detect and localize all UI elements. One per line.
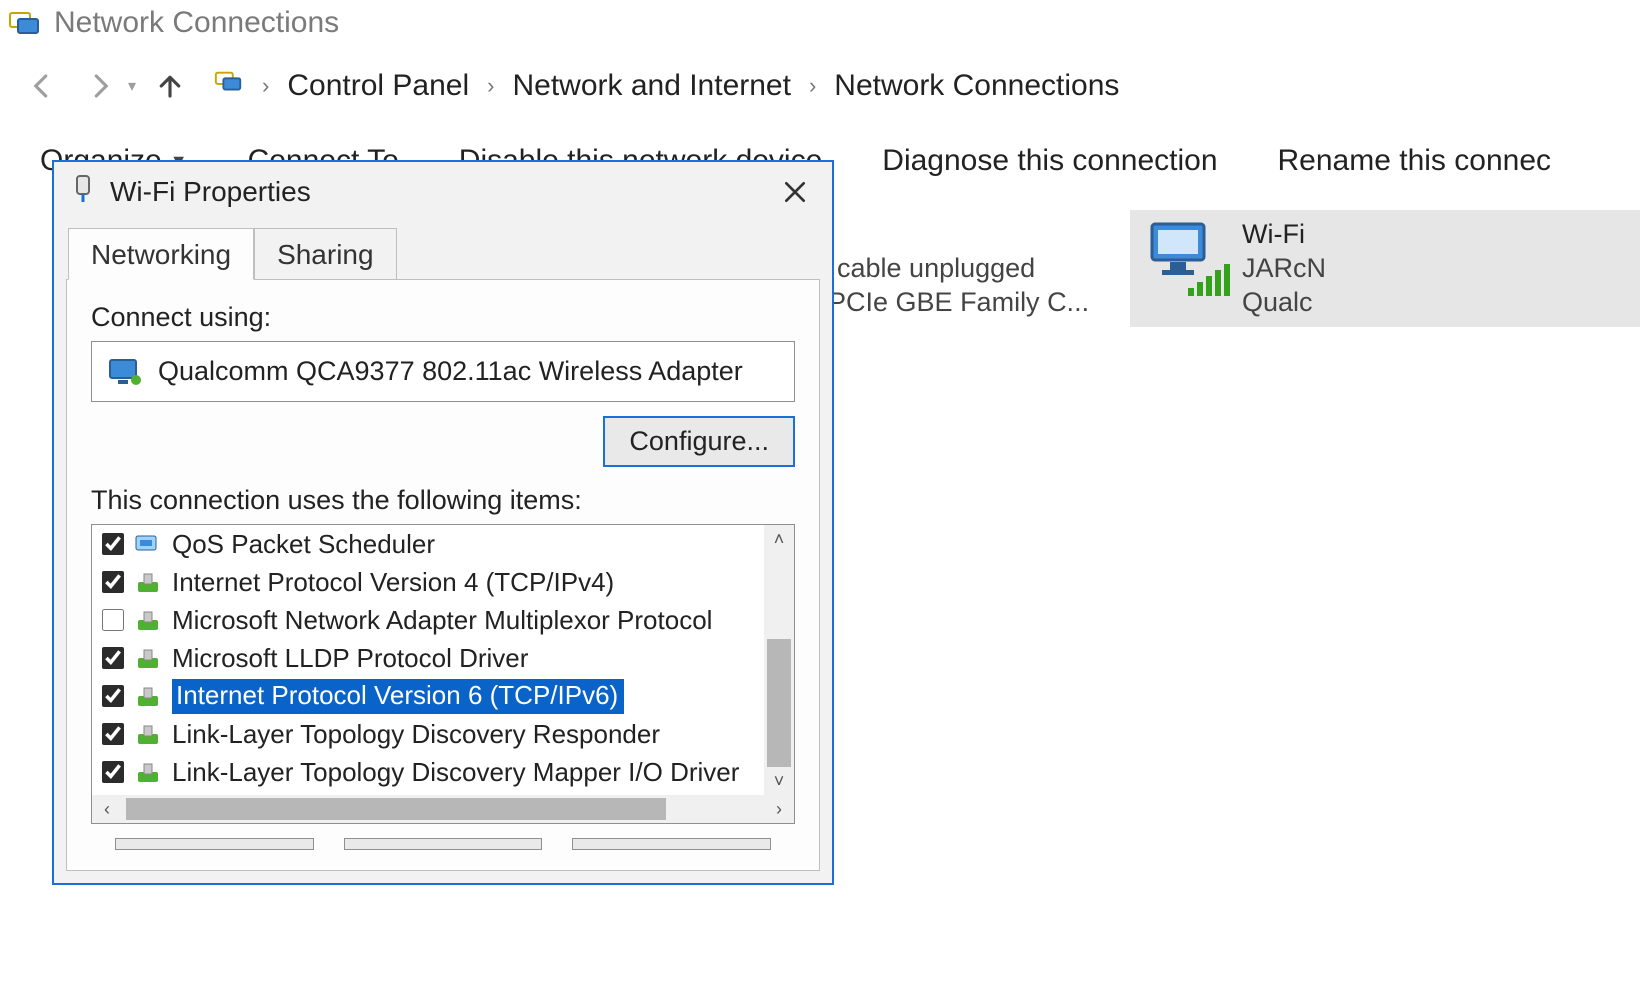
protocol-icon <box>134 722 162 746</box>
scroll-down-icon[interactable]: ˅ <box>764 767 794 795</box>
uninstall-button[interactable] <box>344 838 543 850</box>
protocol-icon <box>134 646 162 670</box>
item-label: Internet Protocol Version 6 (TCP/IPv6) <box>172 679 624 714</box>
tabstrip: Networking Sharing <box>54 228 832 280</box>
adapter-name: Wi-Fi <box>1242 218 1326 252</box>
connection-items-listbox: QoS Packet Scheduler Internet Protocol Ve… <box>91 524 795 824</box>
dialog-action-buttons <box>91 824 795 850</box>
item-checkbox[interactable] <box>102 609 124 631</box>
configure-button[interactable]: Configure... <box>603 416 795 467</box>
adapter-device: Qualc <box>1242 286 1326 320</box>
monitor-icon <box>108 358 142 386</box>
adapter-name: net <box>792 218 1089 252</box>
address-bar[interactable]: › Control Panel › Network and Internet ›… <box>204 58 1650 114</box>
connection-item-row[interactable]: Link-Layer Topology Discovery Responder <box>92 715 794 753</box>
signal-bars-icon <box>1188 264 1230 296</box>
item-checkbox[interactable] <box>102 723 124 745</box>
protocol-icon <box>134 608 162 632</box>
adapter-status: JARcN <box>1242 252 1326 286</box>
protocol-icon <box>134 684 162 708</box>
adapter-device: ek PCIe GBE Family C... <box>792 286 1089 320</box>
adapter-status: ork cable unplugged <box>792 252 1089 286</box>
protocol-icon <box>134 760 162 784</box>
dialog-titlebar[interactable]: Wi-Fi Properties <box>54 162 832 222</box>
tab-sharing[interactable]: Sharing <box>254 228 397 280</box>
window-titlebar: Network Connections <box>0 0 1650 50</box>
item-checkbox[interactable] <box>102 571 124 593</box>
tab-networking[interactable]: Networking <box>68 228 254 280</box>
connection-item-row[interactable]: Microsoft LLDP Protocol Driver <box>92 639 794 677</box>
scroll-thumb[interactable] <box>126 798 666 820</box>
qos-icon <box>134 532 162 556</box>
dialog-title: Wi-Fi Properties <box>110 176 311 208</box>
item-label: Microsoft Network Adapter Multiplexor Pr… <box>172 605 712 636</box>
connection-item-row[interactable]: Link-Layer Topology Discovery Mapper I/O… <box>92 753 794 791</box>
vertical-scrollbar[interactable]: ˄ ˅ <box>764 525 794 795</box>
adapter-selector[interactable]: Qualcomm QCA9377 802.11ac Wireless Adapt… <box>91 341 795 402</box>
scroll-left-icon[interactable]: ‹ <box>92 795 122 823</box>
history-dropdown-icon[interactable]: ▾ <box>128 76 136 96</box>
forward-button[interactable] <box>76 62 124 110</box>
scroll-track[interactable] <box>764 553 794 767</box>
item-label: Microsoft LLDP Protocol Driver <box>172 643 528 674</box>
adapter-properties-icon <box>70 174 96 211</box>
connection-items-list[interactable]: QoS Packet Scheduler Internet Protocol Ve… <box>92 525 794 823</box>
properties-button[interactable] <box>572 838 771 850</box>
network-connections-small-icon <box>214 67 244 105</box>
navigation-bar: ▾ › Control Panel › Network and Internet… <box>0 50 1650 122</box>
wifi-adapter-icon <box>1144 218 1224 298</box>
diagnose-button[interactable]: Diagnose this connection <box>882 144 1217 178</box>
scroll-track[interactable] <box>122 795 764 823</box>
scroll-right-icon[interactable]: › <box>764 795 794 823</box>
breadcrumb-segment[interactable]: Network Connections <box>834 69 1119 103</box>
chevron-right-icon: › <box>807 73 818 99</box>
install-button[interactable] <box>115 838 314 850</box>
scroll-thumb[interactable] <box>767 639 791 767</box>
back-button[interactable] <box>18 62 66 110</box>
connection-item-row[interactable]: Internet Protocol Version 6 (TCP/IPv6) <box>92 677 794 715</box>
chevron-right-icon: › <box>260 73 271 99</box>
connection-items-label: This connection uses the following items… <box>91 485 795 516</box>
item-label: Link-Layer Topology Discovery Mapper I/O… <box>172 757 739 788</box>
item-label: QoS Packet Scheduler <box>172 529 435 560</box>
networking-panel: Connect using: Qualcomm QCA9377 802.11ac… <box>66 279 820 871</box>
wifi-properties-dialog: Wi-Fi Properties Networking Sharing Conn… <box>52 160 834 885</box>
item-checkbox[interactable] <box>102 533 124 555</box>
connect-using-label: Connect using: <box>91 302 795 333</box>
connection-item-row[interactable]: Internet Protocol Version 4 (TCP/IPv4) <box>92 563 794 601</box>
protocol-icon <box>134 570 162 594</box>
item-checkbox[interactable] <box>102 685 124 707</box>
up-button[interactable] <box>146 62 194 110</box>
scroll-up-icon[interactable]: ˄ <box>764 525 794 553</box>
breadcrumb-segment[interactable]: Network and Internet <box>512 69 790 103</box>
connection-item-row[interactable]: Microsoft Network Adapter Multiplexor Pr… <box>92 601 794 639</box>
connection-item-row[interactable]: QoS Packet Scheduler <box>92 525 794 563</box>
breadcrumb-segment[interactable]: Control Panel <box>287 69 469 103</box>
window-title: Network Connections <box>54 6 339 40</box>
adapter-tile-wifi[interactable]: Wi-Fi JARcN Qualc <box>1130 210 1640 327</box>
horizontal-scrollbar[interactable]: ‹ › <box>92 795 794 823</box>
item-checkbox[interactable] <box>102 761 124 783</box>
adapter-name-text: Qualcomm QCA9377 802.11ac Wireless Adapt… <box>158 356 743 387</box>
network-connections-icon <box>8 7 40 39</box>
close-button[interactable] <box>768 171 822 213</box>
item-checkbox[interactable] <box>102 647 124 669</box>
rename-button[interactable]: Rename this connec <box>1278 144 1552 178</box>
chevron-right-icon: › <box>485 73 496 99</box>
item-label: Link-Layer Topology Discovery Responder <box>172 719 660 750</box>
item-label: Internet Protocol Version 4 (TCP/IPv4) <box>172 567 614 598</box>
